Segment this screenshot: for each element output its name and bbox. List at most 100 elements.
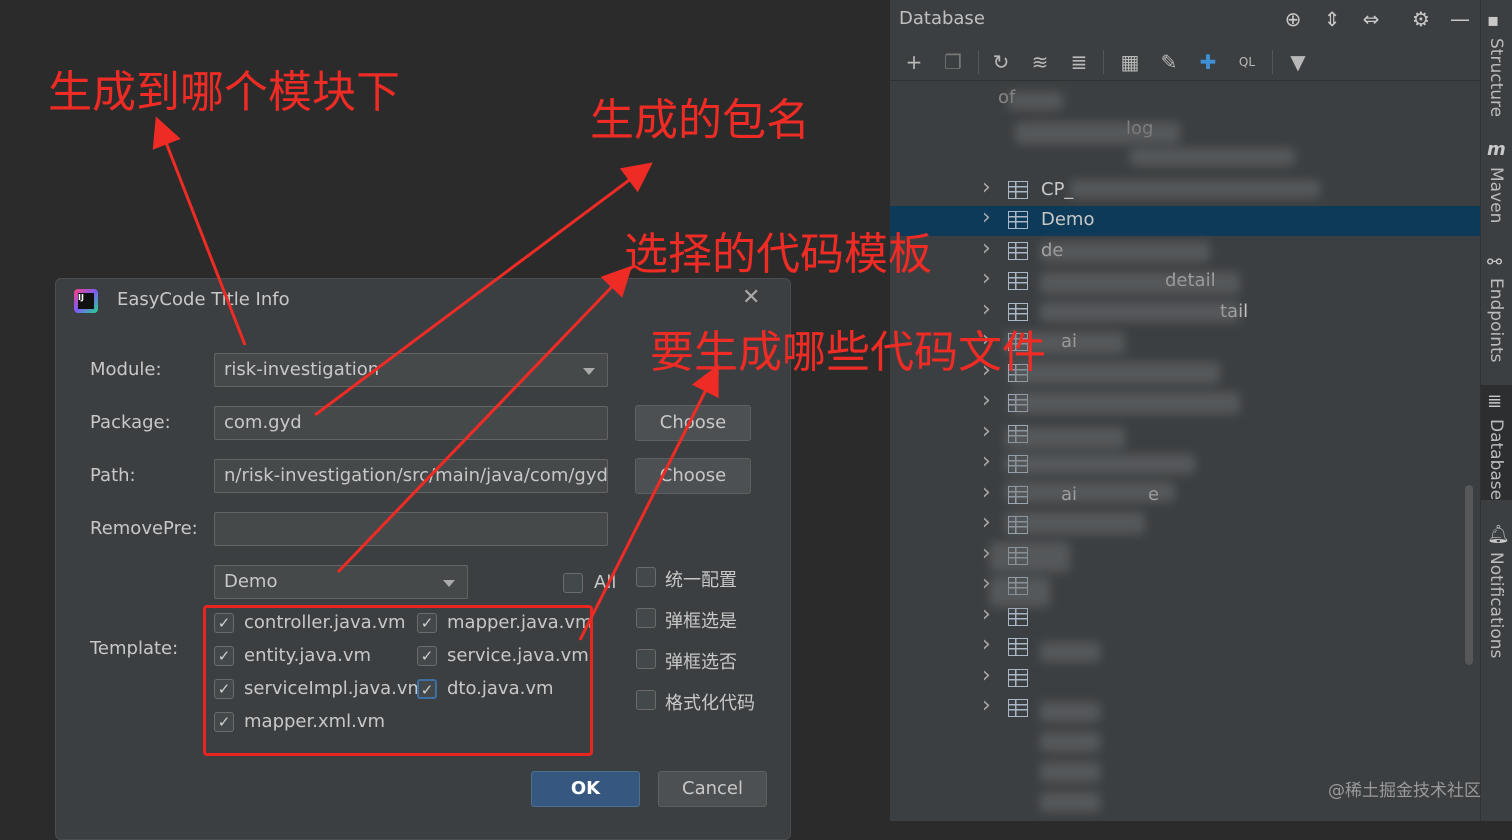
chevron-right-icon[interactable]: › bbox=[982, 266, 991, 291]
sql-console-icon[interactable]: QL bbox=[1233, 48, 1261, 76]
datasource-icon[interactable]: ≣ bbox=[1065, 48, 1093, 76]
annotation-highlight-box bbox=[203, 605, 593, 756]
tree-row[interactable]: › bbox=[890, 510, 1480, 541]
package-input[interactable]: com.gyd bbox=[214, 406, 608, 440]
table-icon bbox=[1008, 699, 1028, 717]
cancel-button[interactable]: Cancel bbox=[658, 771, 767, 807]
tree-row[interactable]: ›aie bbox=[890, 480, 1480, 511]
tree-row[interactable]: log bbox=[890, 115, 1480, 145]
package-value: com.gyd bbox=[224, 412, 302, 433]
option-checkbox-popup-yes[interactable] bbox=[636, 608, 656, 628]
tree-row[interactable]: › bbox=[890, 571, 1480, 602]
chevron-down-icon bbox=[583, 368, 595, 375]
redacted-patch bbox=[1040, 792, 1100, 812]
table-icon bbox=[1008, 272, 1028, 290]
chevron-right-icon[interactable]: › bbox=[982, 419, 991, 444]
chevron-right-icon[interactable]: › bbox=[982, 693, 991, 718]
option-checkbox-popup-no[interactable] bbox=[636, 649, 656, 669]
expand-all-icon[interactable]: ⇕ bbox=[1319, 6, 1345, 32]
package-label: Package: bbox=[90, 412, 171, 433]
tree-row[interactable]: › bbox=[890, 419, 1480, 450]
edit-icon[interactable]: ✎ bbox=[1155, 48, 1183, 76]
path-input[interactable]: n/risk-investigation/src/main/java/com/g… bbox=[214, 459, 608, 493]
add-icon[interactable]: + bbox=[900, 48, 928, 76]
crosshair-icon[interactable]: ⊕ bbox=[1280, 6, 1306, 32]
redacted-patch bbox=[1005, 454, 1195, 474]
table-icon bbox=[1008, 668, 1028, 687]
tree-scrollbar[interactable] bbox=[1465, 485, 1473, 665]
redacted-patch bbox=[990, 577, 1050, 607]
redacted-patch bbox=[1040, 642, 1100, 662]
stripe-structure-label: Structure bbox=[1486, 38, 1506, 118]
database-icon: ≣ bbox=[1487, 391, 1503, 412]
chevron-right-icon[interactable]: › bbox=[982, 663, 991, 688]
redacted-patch bbox=[1040, 302, 1240, 322]
maven-icon: m bbox=[1487, 139, 1506, 160]
close-icon[interactable]: ✕ bbox=[742, 285, 760, 310]
tree-row[interactable]: › bbox=[890, 693, 1480, 724]
chevron-right-icon[interactable]: › bbox=[982, 632, 991, 657]
package-choose-button[interactable]: Choose bbox=[635, 405, 751, 441]
duplicate-icon[interactable]: ❐ bbox=[939, 48, 967, 76]
tree-row[interactable]: › bbox=[890, 541, 1480, 572]
structure-icon: ▪ bbox=[1487, 10, 1500, 31]
tree-row[interactable]: › bbox=[890, 632, 1480, 663]
template-group-select[interactable]: Demo bbox=[214, 565, 468, 599]
option-checkbox-unified-config[interactable] bbox=[636, 567, 656, 587]
chevron-right-icon[interactable]: › bbox=[982, 480, 991, 505]
all-checkbox[interactable] bbox=[563, 573, 583, 593]
stripe-database[interactable]: ≣ Database bbox=[1481, 385, 1512, 500]
table-icon bbox=[1008, 638, 1028, 656]
chevron-right-icon[interactable]: › bbox=[982, 602, 991, 627]
database-tree[interactable]: oflog›CP_›Demo›de›detail›tail›ai›››››aie… bbox=[890, 82, 1480, 821]
stripe-notifications[interactable]: 🔔︎ Notifications bbox=[1481, 520, 1512, 670]
chevron-right-icon[interactable]: › bbox=[982, 236, 991, 261]
table-icon bbox=[1008, 607, 1028, 626]
chevron-right-icon[interactable]: › bbox=[982, 175, 991, 200]
chevron-right-icon[interactable]: › bbox=[982, 449, 991, 474]
table-icon bbox=[1008, 180, 1028, 199]
module-value: risk-investigation bbox=[224, 359, 380, 380]
gear-icon[interactable]: ⚙ bbox=[1408, 6, 1434, 32]
option-label-popup-no: 弹框选否 bbox=[665, 652, 737, 673]
module-label: Module: bbox=[90, 359, 162, 380]
minimize-icon[interactable]: — bbox=[1447, 6, 1473, 32]
removepre-input[interactable] bbox=[214, 512, 608, 546]
database-panel-header: Database ⊕ ⇕ ⇔ ⚙ — bbox=[890, 0, 1480, 38]
table-icon[interactable]: ▦ bbox=[1116, 48, 1144, 76]
bell-icon: 🔔︎ bbox=[1487, 524, 1510, 545]
refresh-icon[interactable]: ↻ bbox=[987, 48, 1015, 76]
option-checkbox-format-code[interactable] bbox=[636, 690, 656, 710]
tree-row[interactable]: › bbox=[890, 602, 1480, 633]
stripe-maven[interactable]: m Maven bbox=[1481, 135, 1512, 235]
redacted-patch bbox=[1070, 180, 1320, 198]
intellij-logo-icon: IJ bbox=[74, 289, 98, 313]
tree-row[interactable]: of bbox=[890, 84, 1480, 114]
chevron-right-icon[interactable]: › bbox=[982, 510, 991, 535]
tree-row[interactable]: › Demo bbox=[890, 205, 1480, 236]
annotation-files: 要生成哪些代码文件 bbox=[650, 327, 1046, 378]
redacted-patch bbox=[1040, 732, 1100, 752]
ok-button[interactable]: OK bbox=[531, 771, 640, 807]
schema-sync-icon[interactable]: ≋ bbox=[1026, 48, 1054, 76]
table-icon bbox=[1008, 211, 1028, 229]
redacted-patch bbox=[1015, 122, 1180, 144]
module-select[interactable]: risk-investigation bbox=[214, 353, 608, 387]
collapse-all-icon[interactable]: ⇔ bbox=[1358, 6, 1384, 32]
stripe-structure[interactable]: ▪ Structure bbox=[1481, 0, 1512, 120]
jump-icon[interactable]: ✚ bbox=[1194, 48, 1222, 76]
database-panel-title: Database bbox=[899, 8, 985, 29]
side-tool-stripe: ▪ Structure m Maven ⚯ Endpoints ≣ Databa… bbox=[1480, 0, 1512, 821]
filter-icon[interactable]: ▼ bbox=[1284, 48, 1312, 76]
tree-row[interactable]: › bbox=[890, 663, 1480, 694]
redacted-patch bbox=[1008, 92, 1063, 110]
option-label-format-code: 格式化代码 bbox=[665, 693, 755, 714]
stripe-notifications-label: Notifications bbox=[1486, 552, 1506, 659]
chevron-right-icon[interactable]: › bbox=[982, 388, 991, 413]
path-choose-button[interactable]: Choose bbox=[635, 458, 751, 494]
stripe-endpoints[interactable]: ⚯ Endpoints bbox=[1481, 250, 1512, 365]
dialog-title: EasyCode Title Info bbox=[117, 289, 290, 310]
chevron-right-icon[interactable]: › bbox=[982, 205, 991, 230]
chevron-down-icon bbox=[443, 580, 455, 587]
redacted-patch bbox=[990, 542, 1070, 572]
